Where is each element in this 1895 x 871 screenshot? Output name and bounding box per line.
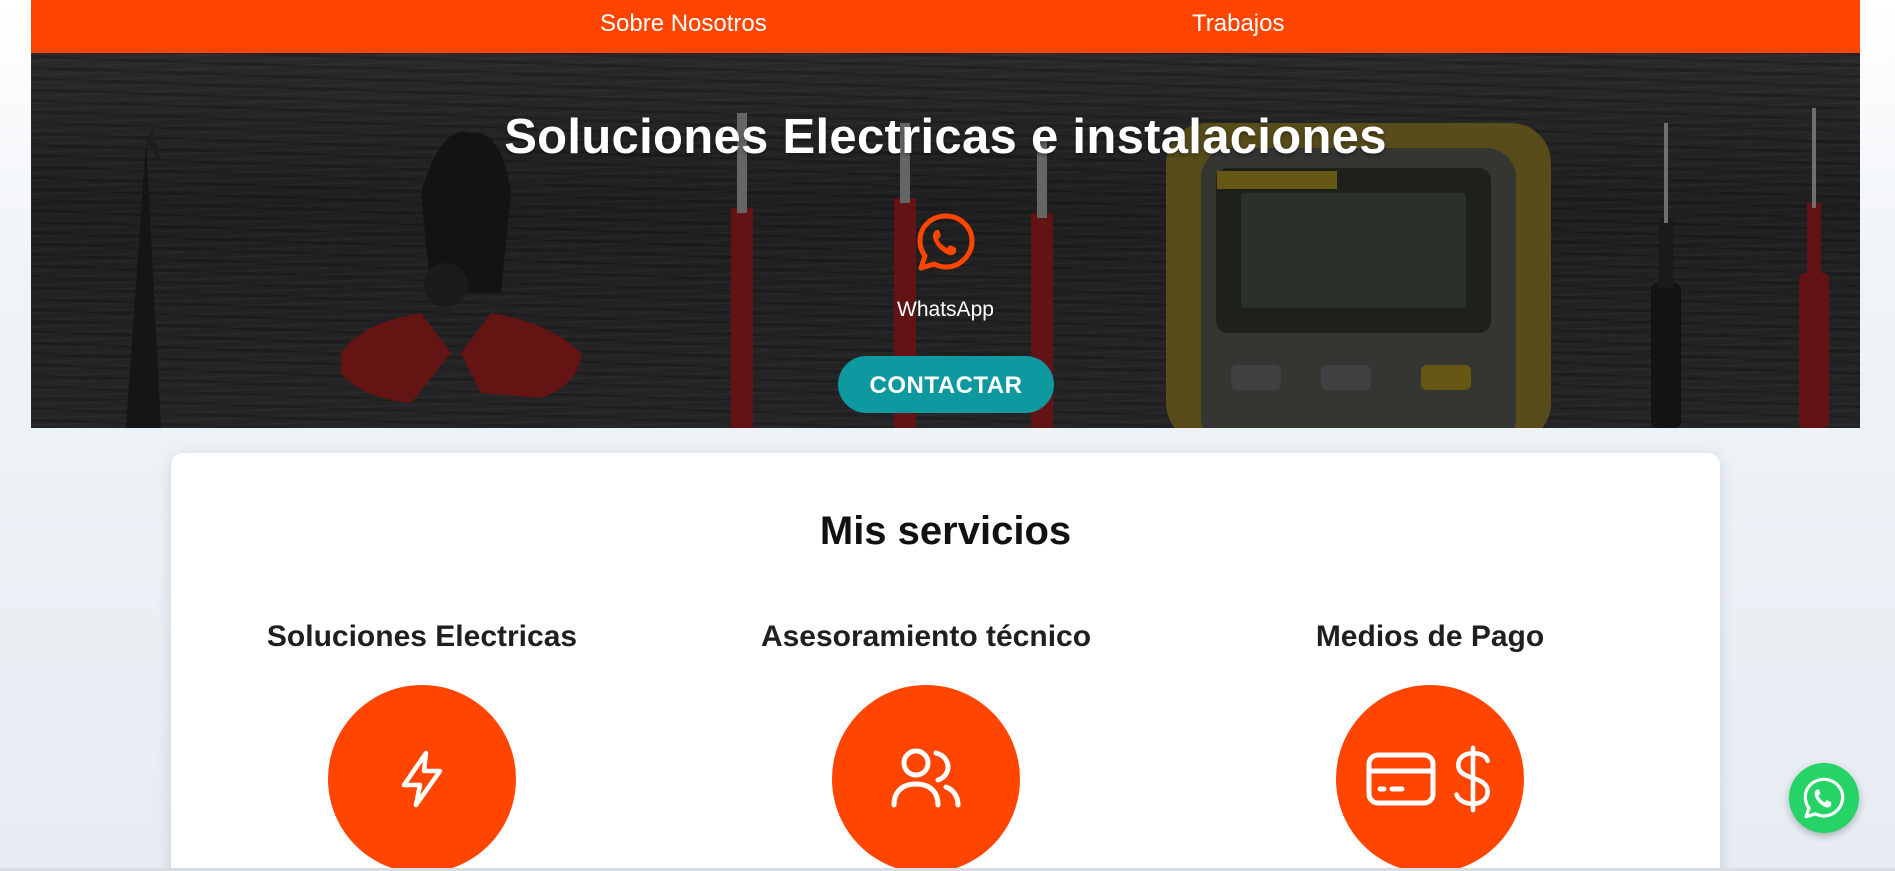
- service-item-soluciones-electricas: Soluciones Electricas: [212, 617, 632, 871]
- floating-whatsapp-button[interactable]: [1789, 763, 1859, 833]
- hero-section: Soluciones Electricas e instalaciones Wh…: [31, 53, 1860, 428]
- contact-button[interactable]: CONTACTAR: [838, 356, 1054, 413]
- whatsapp-icon: [1803, 777, 1845, 819]
- top-nav: Sobre Nosotros Trabajos: [31, 0, 1860, 53]
- nav-link-sobre-nosotros[interactable]: Sobre Nosotros: [600, 0, 767, 48]
- service-item-asesoramiento: Asesoramiento técnico: [716, 617, 1136, 871]
- service-item-medios-de-pago: Medios de Pago: [1220, 617, 1640, 871]
- service-title: Asesoramiento técnico: [760, 620, 1092, 653]
- services-title: Mis servicios: [819, 509, 1072, 553]
- credit-card-icon: [1366, 752, 1436, 806]
- nav-link-trabajos[interactable]: Trabajos: [1192, 0, 1284, 48]
- whatsapp-icon[interactable]: [914, 210, 978, 274]
- service-title: Medios de Pago: [1315, 620, 1545, 653]
- users-icon: [832, 685, 1020, 871]
- dollar-icon: [1454, 745, 1490, 813]
- hero-title: Soluciones Electricas e instalaciones: [504, 110, 1387, 164]
- lightning-icon: [328, 685, 516, 871]
- payment-icons: [1336, 685, 1524, 871]
- service-title: Soluciones Electricas: [266, 620, 578, 653]
- whatsapp-label: WhatsApp: [897, 298, 994, 321]
- services-card: Mis servicios Soluciones Electricas Ases…: [171, 453, 1720, 871]
